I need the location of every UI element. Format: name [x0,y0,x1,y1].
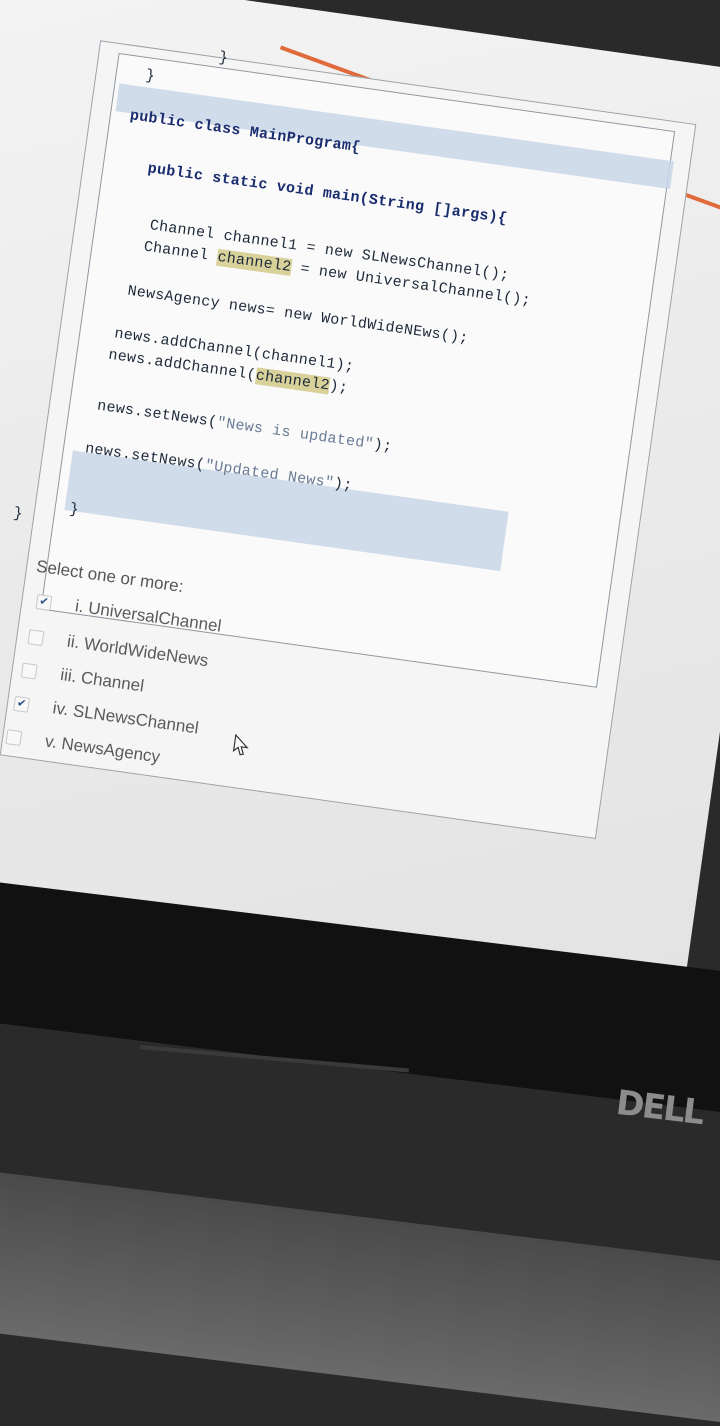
option-checkbox[interactable]: ✔ [13,695,31,713]
laptop-body [0,1170,720,1426]
option-checkbox[interactable] [5,728,23,746]
option-checkbox[interactable] [27,628,45,646]
option-checkbox[interactable] [20,662,38,680]
code-closing-brace: } [12,504,24,524]
mouse-cursor-icon [232,733,249,756]
option-checkbox[interactable]: ✔ [35,593,53,611]
